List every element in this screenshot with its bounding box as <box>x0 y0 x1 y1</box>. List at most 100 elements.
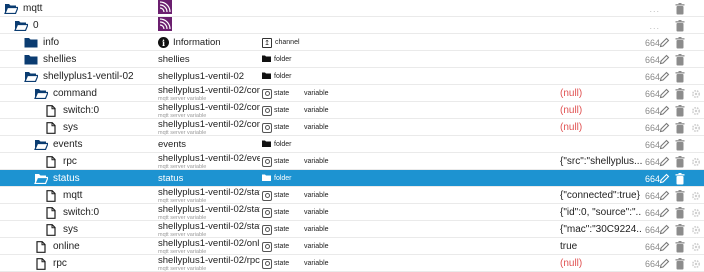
tree-row[interactable]: 0 ... <box>0 17 704 34</box>
delete-trash-icon[interactable] <box>674 257 686 271</box>
delete-trash-icon[interactable] <box>674 172 686 186</box>
delete-trash-icon[interactable] <box>674 36 686 50</box>
edit-pencil-icon[interactable] <box>658 104 670 118</box>
value-cell[interactable]: true <box>560 238 642 255</box>
delete-trash-icon[interactable] <box>674 53 686 67</box>
edit-pencil-icon[interactable] <box>658 155 670 169</box>
state-value[interactable]: {"mac":"30C9224... <box>560 224 642 235</box>
delete-trash-icon[interactable] <box>674 104 686 118</box>
acl-cell[interactable]: 664 <box>640 170 660 187</box>
acl-cell[interactable]: 664 <box>640 34 660 51</box>
delete-trash-icon[interactable] <box>674 189 686 203</box>
acl-cell[interactable]: 664 <box>640 153 660 170</box>
settings-gear-icon[interactable] <box>690 104 702 118</box>
delete-trash-icon[interactable] <box>674 87 686 101</box>
value-cell[interactable]: {"connected":true} <box>560 187 642 204</box>
delete-trash-icon[interactable] <box>674 240 686 254</box>
file-icon[interactable] <box>34 257 48 271</box>
delete-trash-icon[interactable] <box>674 121 686 135</box>
tree-cell[interactable]: events <box>0 136 158 153</box>
file-icon[interactable] <box>44 104 58 118</box>
tree-cell[interactable]: mqtt <box>0 187 158 204</box>
tree-cell[interactable]: mqtt <box>0 0 158 17</box>
edit-pencil-icon[interactable] <box>658 189 670 203</box>
tree-cell[interactable]: 0 <box>0 17 158 34</box>
delete-trash-icon[interactable] <box>674 223 686 237</box>
tree-cell[interactable]: switch:0 <box>0 102 158 119</box>
settings-gear-icon[interactable] <box>690 240 702 254</box>
folder-icon[interactable] <box>24 53 38 67</box>
edit-pencil-icon[interactable] <box>658 138 670 152</box>
state-value[interactable]: (null) <box>560 105 582 116</box>
folder-open-icon[interactable] <box>4 2 18 16</box>
file-icon[interactable] <box>34 240 48 254</box>
edit-pencil-icon[interactable] <box>658 240 670 254</box>
acl-cell[interactable]: 664 <box>640 255 660 272</box>
edit-pencil-icon[interactable] <box>658 70 670 84</box>
tree-cell[interactable]: shellies <box>0 51 158 68</box>
folder-open-icon[interactable] <box>34 138 48 152</box>
tree-row[interactable]: events events folder 664 <box>0 136 704 153</box>
tree-row[interactable]: rpc shellyplus1-ventil-02/events/rpcmqtt… <box>0 153 704 170</box>
folder-open-icon[interactable] <box>24 70 38 84</box>
delete-trash-icon[interactable] <box>674 2 686 16</box>
value-cell[interactable]: (null) <box>560 255 642 272</box>
delete-trash-icon[interactable] <box>674 19 686 33</box>
tree-row[interactable]: online shellyplus1-ventil-02/onlinemqtt … <box>0 238 704 255</box>
tree-cell[interactable]: command <box>0 85 158 102</box>
edit-pencil-icon[interactable] <box>658 36 670 50</box>
tree-cell[interactable]: info <box>0 34 158 51</box>
state-value[interactable]: {"connected":true} <box>560 190 640 201</box>
edit-pencil-icon[interactable] <box>658 172 670 186</box>
settings-gear-icon[interactable] <box>690 223 702 237</box>
settings-gear-icon[interactable] <box>690 189 702 203</box>
state-value[interactable]: (null) <box>560 258 582 269</box>
tree-cell[interactable]: rpc <box>0 255 158 272</box>
file-icon[interactable] <box>44 206 58 220</box>
edit-pencil-icon[interactable] <box>658 87 670 101</box>
folder-icon[interactable] <box>24 36 38 50</box>
value-cell[interactable]: {"id":0, "source":"... <box>560 204 642 221</box>
tree-cell[interactable]: sys <box>0 119 158 136</box>
tree-row[interactable]: status status folder 664 <box>0 170 704 187</box>
settings-gear-icon[interactable] <box>690 87 702 101</box>
edit-pencil-icon[interactable] <box>658 53 670 67</box>
value-cell[interactable]: (null) <box>560 102 642 119</box>
delete-trash-icon[interactable] <box>674 155 686 169</box>
tree-row[interactable]: sys shellyplus1-ventil-02/command/sysmqt… <box>0 119 704 136</box>
delete-trash-icon[interactable] <box>674 70 686 84</box>
tree-cell[interactable]: rpc <box>0 153 158 170</box>
tree-row[interactable]: rpc shellyplus1-ventil-02/rpc mqtt server… <box>0 255 704 272</box>
tree-row[interactable]: info i Information ↥ channel 664 <box>0 34 704 51</box>
acl-cell[interactable]: 664 <box>640 119 660 136</box>
folder-open-icon[interactable] <box>14 19 28 33</box>
tree-row[interactable]: shellies shellies folder 664 <box>0 51 704 68</box>
state-value[interactable]: (null) <box>560 122 582 133</box>
tree-row[interactable]: shellyplus1-ventil-02 shellyplus1-ventil… <box>0 68 704 85</box>
file-icon[interactable] <box>44 121 58 135</box>
delete-trash-icon[interactable] <box>674 138 686 152</box>
value-cell[interactable]: {"mac":"30C9224... <box>560 221 642 238</box>
tree-cell[interactable]: switch:0 <box>0 204 158 221</box>
value-cell[interactable]: {"src":"shellyplus... <box>560 153 642 170</box>
settings-gear-icon[interactable] <box>690 257 702 271</box>
tree-row[interactable]: command shellyplus1-ventil-02/commandmqt… <box>0 85 704 102</box>
tree-row[interactable]: mqtt ... <box>0 0 704 17</box>
settings-gear-icon[interactable] <box>690 206 702 220</box>
state-value[interactable]: {"src":"shellyplus... <box>560 156 642 167</box>
state-value[interactable]: true <box>560 241 577 252</box>
delete-trash-icon[interactable] <box>674 206 686 220</box>
folder-open-icon[interactable] <box>34 87 48 101</box>
state-value[interactable]: {"id":0, "source":"... <box>560 207 642 218</box>
acl-cell[interactable]: 664 <box>640 68 660 85</box>
tree-row[interactable]: switch:0 shellyplus1-ventil-02/command/s… <box>0 102 704 119</box>
state-value[interactable]: (null) <box>560 88 582 99</box>
edit-pencil-icon[interactable] <box>658 206 670 220</box>
tree-cell[interactable]: shellyplus1-ventil-02 <box>0 68 158 85</box>
tree-cell[interactable]: online <box>0 238 158 255</box>
edit-pencil-icon[interactable] <box>658 257 670 271</box>
value-cell[interactable]: (null) <box>560 119 642 136</box>
file-icon[interactable] <box>44 223 58 237</box>
acl-cell[interactable]: 664 <box>640 221 660 238</box>
edit-pencil-icon[interactable] <box>658 223 670 237</box>
